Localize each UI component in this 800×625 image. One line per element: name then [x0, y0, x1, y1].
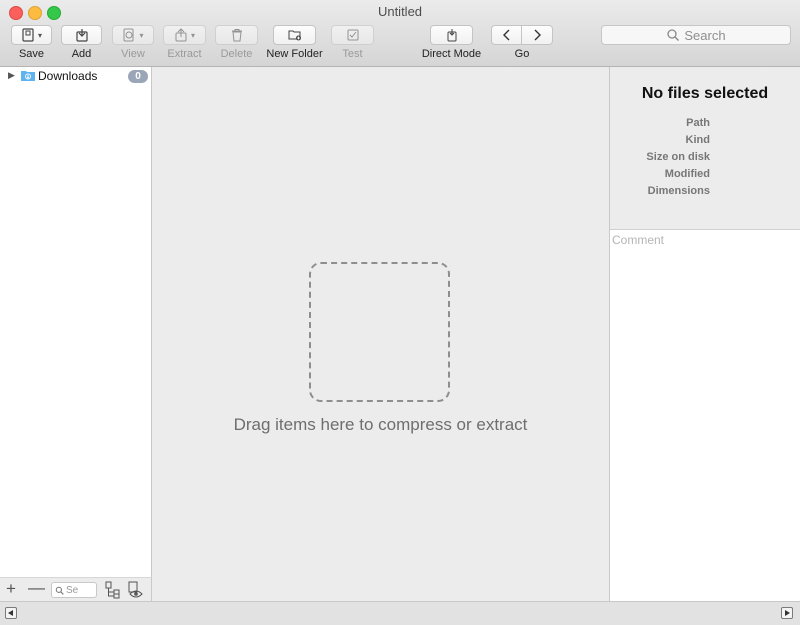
back-button[interactable]: [491, 25, 522, 45]
toggle-sidebar-button[interactable]: [5, 607, 17, 619]
sidebar-item-label: Downloads: [38, 69, 98, 83]
chevron-left-icon: [502, 29, 509, 41]
info-section: No files selected Path Kind Size on disk…: [610, 67, 800, 230]
extract-label: Extract: [167, 48, 202, 60]
add-button[interactable]: [61, 25, 102, 45]
triangle-right-icon: [785, 610, 790, 616]
sidebar-item-downloads[interactable]: ▶ Downloads 0: [0, 68, 151, 85]
new-folder-label: New Folder: [266, 48, 323, 60]
search-field[interactable]: Search: [601, 25, 791, 45]
preview-archive-icon[interactable]: [127, 581, 145, 599]
drop-area[interactable]: Drag items here to compress or extract: [152, 67, 609, 601]
chevron-down-icon: ▾: [37, 30, 42, 40]
remove-location-button[interactable]: —: [28, 578, 45, 598]
modified-label: Modified: [664, 168, 710, 180]
sidebar-search-input[interactable]: Se: [51, 582, 97, 598]
chevron-down-icon: ▾: [139, 30, 144, 40]
search-icon: [55, 586, 64, 595]
save-label: Save: [18, 48, 45, 60]
go-label: Go: [514, 48, 530, 60]
view-button[interactable]: ▾: [112, 25, 154, 45]
path-label: Path: [686, 117, 710, 129]
direct-mode-button[interactable]: [430, 25, 473, 45]
quicklook-icon: [123, 28, 134, 42]
chevron-right-icon: [534, 29, 541, 41]
window-title: Untitled: [377, 4, 423, 19]
drop-target-box[interactable]: [309, 262, 450, 402]
direct-mode-label: Direct Mode: [421, 48, 482, 60]
archive-icon: [22, 28, 34, 42]
comment-field[interactable]: Comment: [612, 233, 664, 247]
inspector-panel: No files selected Path Kind Size on disk…: [609, 67, 800, 601]
test-button[interactable]: [331, 25, 374, 45]
title-toolbar: Untitled ▾ Save Add ▾ View ▾ Extract Del…: [0, 0, 800, 67]
add-files-icon: [75, 29, 88, 42]
sidebar: ▶ Downloads 0: [0, 67, 152, 577]
new-folder-button[interactable]: [273, 25, 316, 45]
toggle-inspector-button[interactable]: [781, 607, 793, 619]
trash-icon: [231, 29, 242, 42]
forward-button[interactable]: [521, 25, 553, 45]
direct-mode-icon: [447, 29, 456, 42]
dimensions-label: Dimensions: [647, 185, 710, 197]
drop-hint: Drag items here to compress or extract: [233, 415, 528, 434]
search-placeholder: Search: [684, 27, 726, 43]
add-location-button[interactable]: +: [6, 579, 16, 599]
new-folder-icon: [288, 30, 301, 41]
downloads-folder-icon: [21, 71, 35, 81]
disclosure-triangle-icon[interactable]: ▶: [8, 70, 15, 81]
delete-button[interactable]: [215, 25, 258, 45]
delete-label: Delete: [220, 48, 253, 60]
bottom-bar: [0, 601, 800, 625]
sidebar-search-placeholder: Se: [66, 584, 79, 596]
extract-icon: [175, 28, 187, 42]
sidebar-footer: + — Se: [0, 577, 152, 602]
app-window: Untitled ▾ Save Add ▾ View ▾ Extract Del…: [0, 0, 800, 625]
search-icon: [667, 29, 680, 41]
kind-label: Kind: [685, 134, 710, 146]
checkmark-icon: [347, 29, 358, 41]
size-label: Size on disk: [646, 151, 710, 163]
hierarchy-icon[interactable]: [104, 581, 122, 599]
add-label: Add: [71, 48, 92, 60]
triangle-left-icon: [8, 610, 13, 616]
view-label: View: [121, 48, 145, 60]
selection-title: No files selected: [641, 85, 769, 102]
chevron-down-icon: ▾: [190, 30, 195, 40]
save-button[interactable]: ▾: [11, 25, 52, 45]
extract-button[interactable]: ▾: [163, 25, 206, 45]
test-label: Test: [342, 48, 363, 60]
count-badge: 0: [128, 70, 148, 83]
